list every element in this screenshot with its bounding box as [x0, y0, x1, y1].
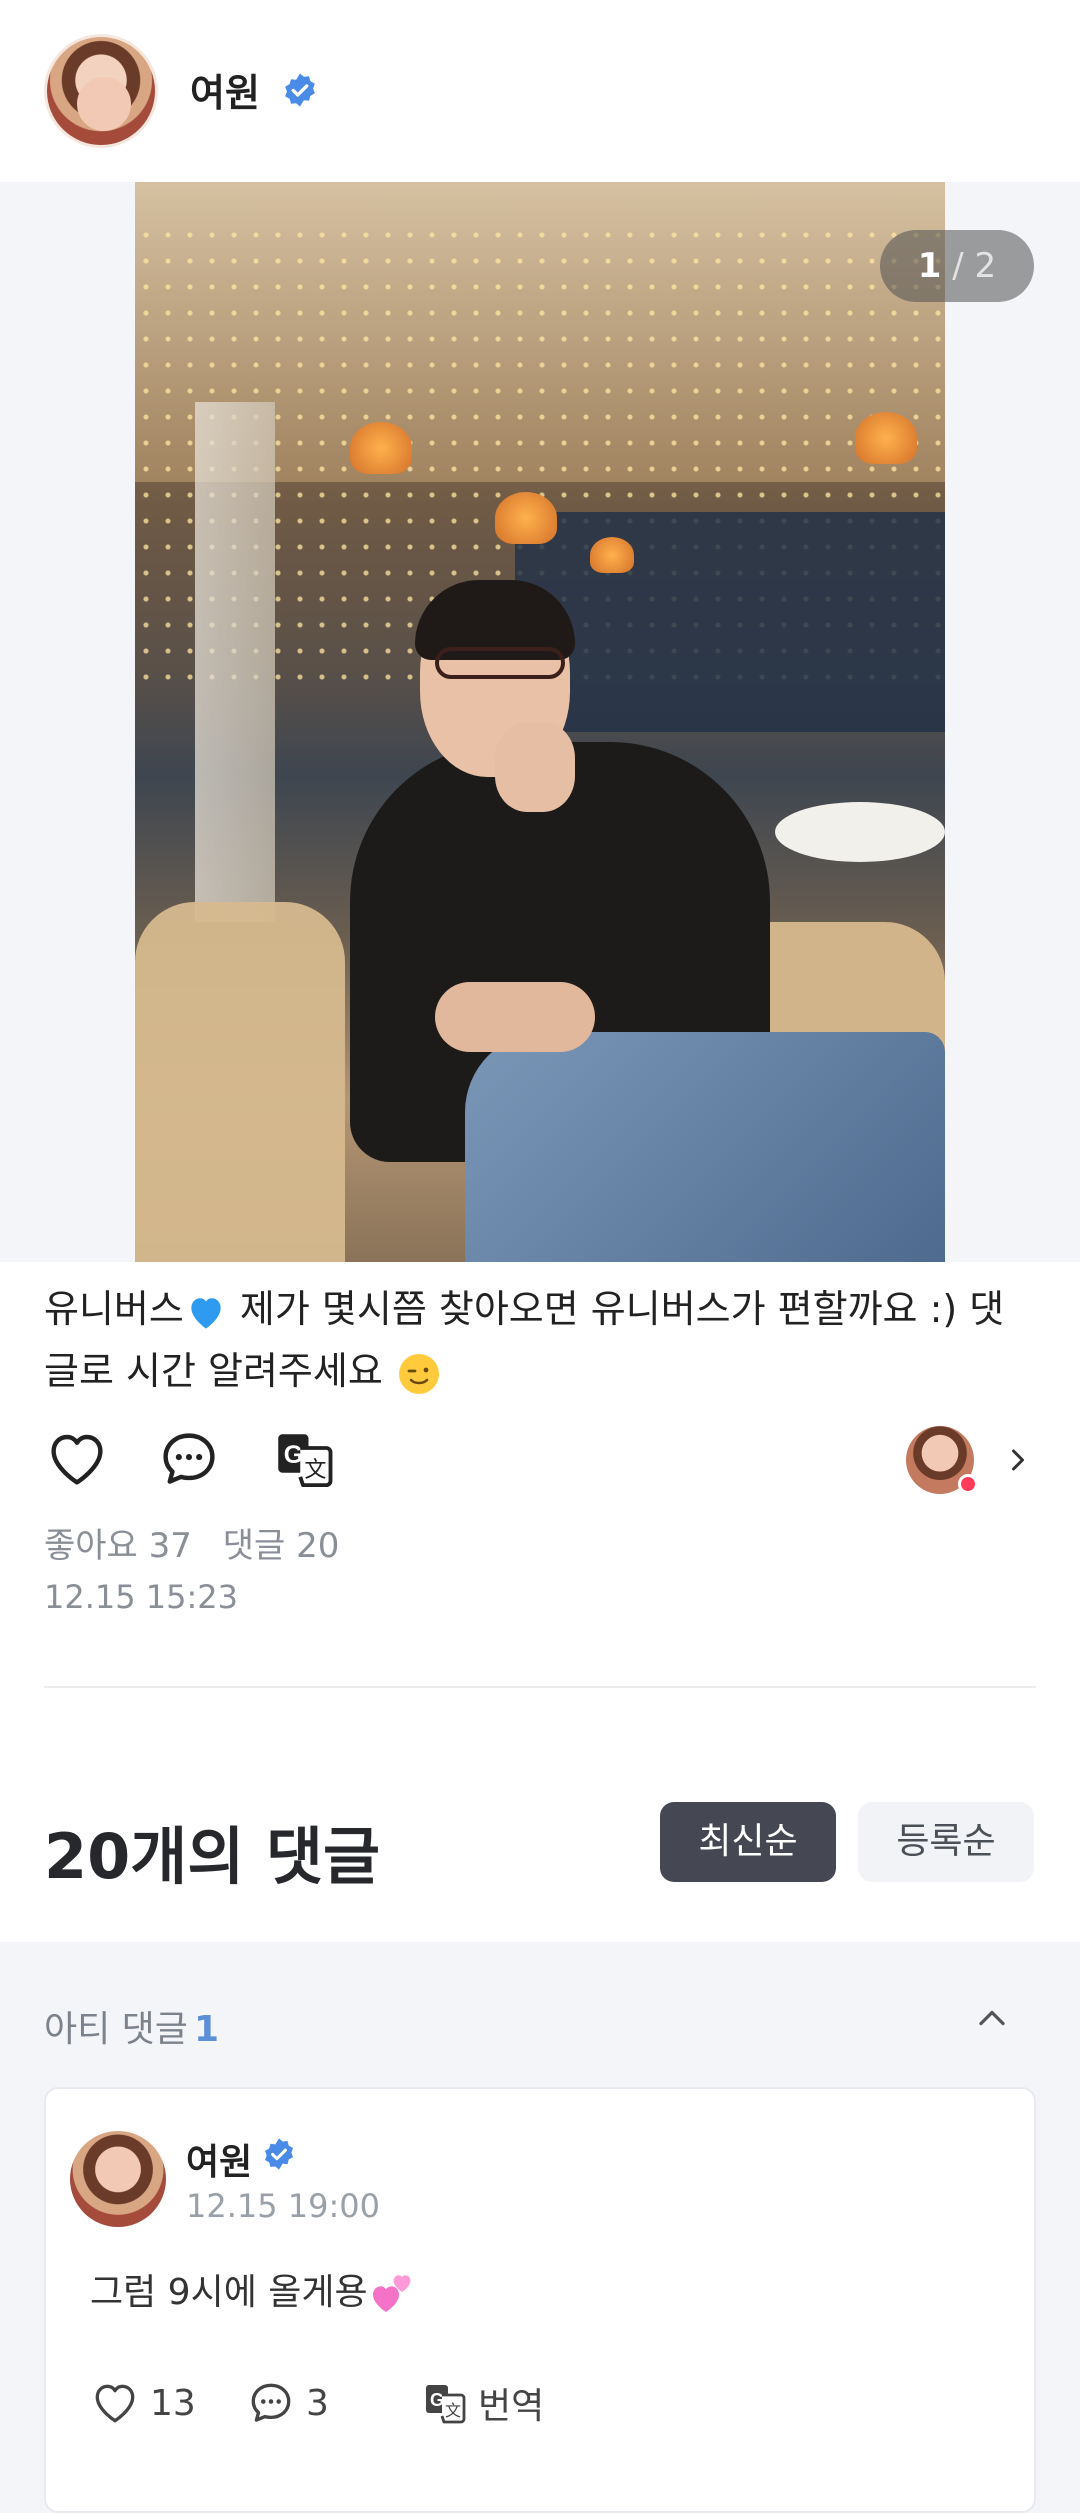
artist-comment-card: 여원 12.15 19:00 그럼 9시에 올게용 13 3 G 文 번역 — [44, 2087, 1036, 2513]
comment-reply-button[interactable]: 3 — [246, 2373, 329, 2433]
chevron-right-icon[interactable] — [1000, 1440, 1036, 1480]
comment-text: 그럼 9시에 올게용 — [90, 2263, 416, 2318]
comment-time: 12.15 19:00 — [186, 2187, 380, 2225]
comment-reply-count: 3 — [306, 2382, 329, 2424]
comment-author-name[interactable]: 여원 — [186, 2133, 252, 2185]
post-header: 여원 — [0, 0, 1080, 182]
like-heart-icon[interactable] — [44, 1426, 110, 1492]
artist-comments-section: 아티 댓글 1 여원 12.15 19:00 그럼 9시에 올게용 13 3 G… — [0, 1942, 1080, 2513]
divider — [44, 1686, 1036, 1688]
comment-translate-button[interactable]: G 文 번역 — [420, 2373, 544, 2433]
comment-translate-label: 번역 — [478, 2386, 545, 2427]
post-actions: G 文 — [44, 1426, 1036, 1496]
artist-comments-label: 아티 댓글 1 — [44, 2009, 219, 2050]
pink-hearts-icon — [372, 2275, 411, 2312]
photo-carousel[interactable]: 1 / 2 — [0, 182, 1080, 1262]
author-avatar[interactable] — [44, 34, 158, 148]
comment-like-count: 13 — [150, 2382, 196, 2424]
comments-count[interactable]: 댓글 20 — [223, 1526, 340, 1566]
comment-like-button[interactable]: 13 — [90, 2373, 196, 2433]
photo-counter: 1 / 2 — [880, 230, 1034, 302]
svg-text:G: G — [284, 1442, 303, 1469]
svg-text:G: G — [430, 2390, 444, 2410]
svg-text:文: 文 — [445, 2401, 461, 2420]
post-stats: 좋아요 37 댓글 20 — [44, 1518, 359, 1567]
artist-comments-count: 1 — [193, 2009, 219, 2050]
comment-bubble-icon[interactable] — [156, 1426, 222, 1492]
comment-author-avatar[interactable] — [70, 2131, 166, 2227]
wink-emoji-icon — [398, 1353, 439, 1394]
post-photo[interactable] — [135, 182, 945, 1262]
comment-actions: 13 3 G 文 번역 — [90, 2373, 990, 2433]
liker-heart-badge — [958, 1474, 978, 1494]
likes-count[interactable]: 좋아요 37 — [44, 1526, 192, 1566]
post-date: 12.15 15:23 — [44, 1578, 238, 1616]
comments-title: 20개의 댓글 — [44, 1820, 381, 1893]
translate-icon: G 文 — [426, 2385, 466, 2424]
author-name[interactable]: 여원 — [190, 62, 260, 117]
sort-registered-button[interactable]: 등록순 — [858, 1802, 1034, 1882]
verified-badge-icon — [264, 2138, 294, 2170]
post-caption: 유니버스 제가 몇시쯤 찾아오면 유니버스가 편할까요 :) 댓글로 시간 알려… — [44, 1278, 1034, 1402]
chevron-up-icon[interactable] — [970, 1996, 1014, 2040]
translate-icon[interactable]: G 文 — [270, 1426, 336, 1492]
svg-text:文: 文 — [304, 1458, 326, 1483]
blue-heart-icon — [191, 1297, 221, 1328]
verified-badge-icon — [285, 73, 315, 107]
like-heart-icon — [95, 2384, 135, 2423]
comment-bubble-icon — [251, 2383, 291, 2422]
sort-latest-button[interactable]: 최신순 — [660, 1802, 836, 1882]
